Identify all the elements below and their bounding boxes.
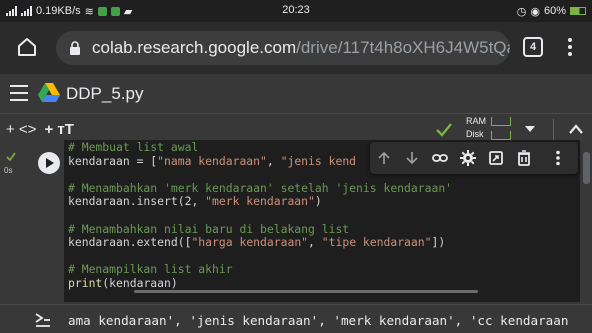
code-token: print — [68, 275, 103, 290]
cell-output: ama kendaraan', 'jenis kendaraan', 'merk… — [0, 304, 592, 333]
execution-time: 0s — [4, 166, 13, 175]
code-token: "jenis kend — [280, 153, 357, 168]
code-token: ]) — [431, 235, 446, 250]
disk-usage-bar[interactable] — [491, 131, 511, 140]
hamburger-icon[interactable] — [10, 85, 28, 101]
run-icon — [46, 158, 54, 168]
settings-icon[interactable] — [460, 150, 476, 166]
colab-header: DDP_5.py — [0, 74, 592, 114]
dropdown-icon[interactable] — [525, 125, 535, 133]
home-icon — [18, 38, 36, 56]
collapse-icon[interactable] — [569, 124, 583, 134]
code-token: , — [266, 153, 281, 168]
link-icon[interactable] — [432, 150, 448, 166]
code-line: kendaraan.extend(["harga kendaraan", "ti… — [68, 235, 452, 250]
ram-label: RAM — [466, 116, 486, 126]
code-token: kendaraan.extend([ — [68, 235, 192, 250]
code-token: (kendaraan) — [102, 275, 178, 290]
overflow-menu-icon[interactable] — [566, 35, 574, 59]
output-icon[interactable] — [34, 312, 52, 328]
move-down-icon[interactable] — [404, 150, 420, 166]
browser-toolbar: colab.research.google.com/drive/117t4h8o… — [0, 22, 592, 74]
toolbar-divider — [553, 119, 554, 141]
ram-usage-bar[interactable] — [491, 117, 511, 126]
code-token: , — [308, 235, 322, 250]
cell-toolbar — [370, 142, 578, 174]
vertical-scrollbar[interactable] — [583, 152, 590, 184]
exec-check-icon — [6, 152, 16, 162]
notebook-title[interactable]: DDP_5.py — [66, 84, 143, 104]
battery-level: 60% — [543, 5, 566, 17]
add-text-button[interactable]: + тT — [44, 121, 73, 138]
alarm-icon: ◷ — [516, 5, 527, 18]
code-token: kendaraan.insert(2, — [68, 194, 206, 209]
code-token: "tipe kendaraan" — [321, 235, 432, 250]
disk-label: Disk — [466, 129, 484, 139]
output-text: ama kendaraan', 'jenis kendaraan', 'merk… — [68, 313, 569, 328]
code-token: "merk kendaraan" — [205, 194, 315, 209]
code-token: "nama kendaraan" — [157, 153, 267, 168]
add-code-button[interactable]: + <> — [6, 121, 36, 138]
code-line: # Menambahkan 'merk kendaraan' setelah '… — [68, 180, 453, 195]
url-host: colab.research.google.com — [92, 38, 297, 57]
code-line: kendaraan.insert(2, "merk kendaraan") — [68, 195, 452, 209]
code-line: print(kendaraan) — [68, 275, 452, 291]
check-icon — [436, 123, 452, 137]
url-path: /drive/117t4h8oXH6J4W5tQatIN0Yv — [296, 38, 510, 57]
clock: 20:23 — [282, 4, 310, 16]
status-right: ◷ ◉ 60% — [517, 0, 586, 22]
move-up-icon[interactable] — [376, 150, 392, 166]
mirror-cell-icon[interactable] — [488, 150, 504, 166]
lock-icon — [70, 41, 80, 55]
battery-icon — [570, 7, 586, 15]
code-token: ) — [314, 194, 322, 209]
code-token: kendaraan = [ — [68, 153, 158, 168]
drive-icon — [38, 83, 60, 102]
address-bar[interactable]: colab.research.google.com/drive/117t4h8o… — [56, 31, 510, 65]
horizontal-scrollbar[interactable] — [134, 290, 478, 293]
code-line: # Menampilkan list akhir — [68, 262, 233, 277]
run-button[interactable] — [38, 152, 60, 174]
code-token: "harga kendaraan" — [191, 235, 309, 250]
home-button[interactable] — [14, 34, 40, 60]
more-icon[interactable] — [550, 150, 566, 166]
code-line: # Menambahkan nilai baru di belakang lis… — [68, 221, 350, 236]
delete-icon[interactable] — [516, 150, 532, 166]
eye-icon: ◉ — [530, 5, 540, 18]
tabs-icon[interactable]: 4 — [523, 37, 543, 57]
status-bar: 0.19KB/s ≋ ▰ 20:23 ◷ ◉ 60% — [0, 0, 592, 22]
